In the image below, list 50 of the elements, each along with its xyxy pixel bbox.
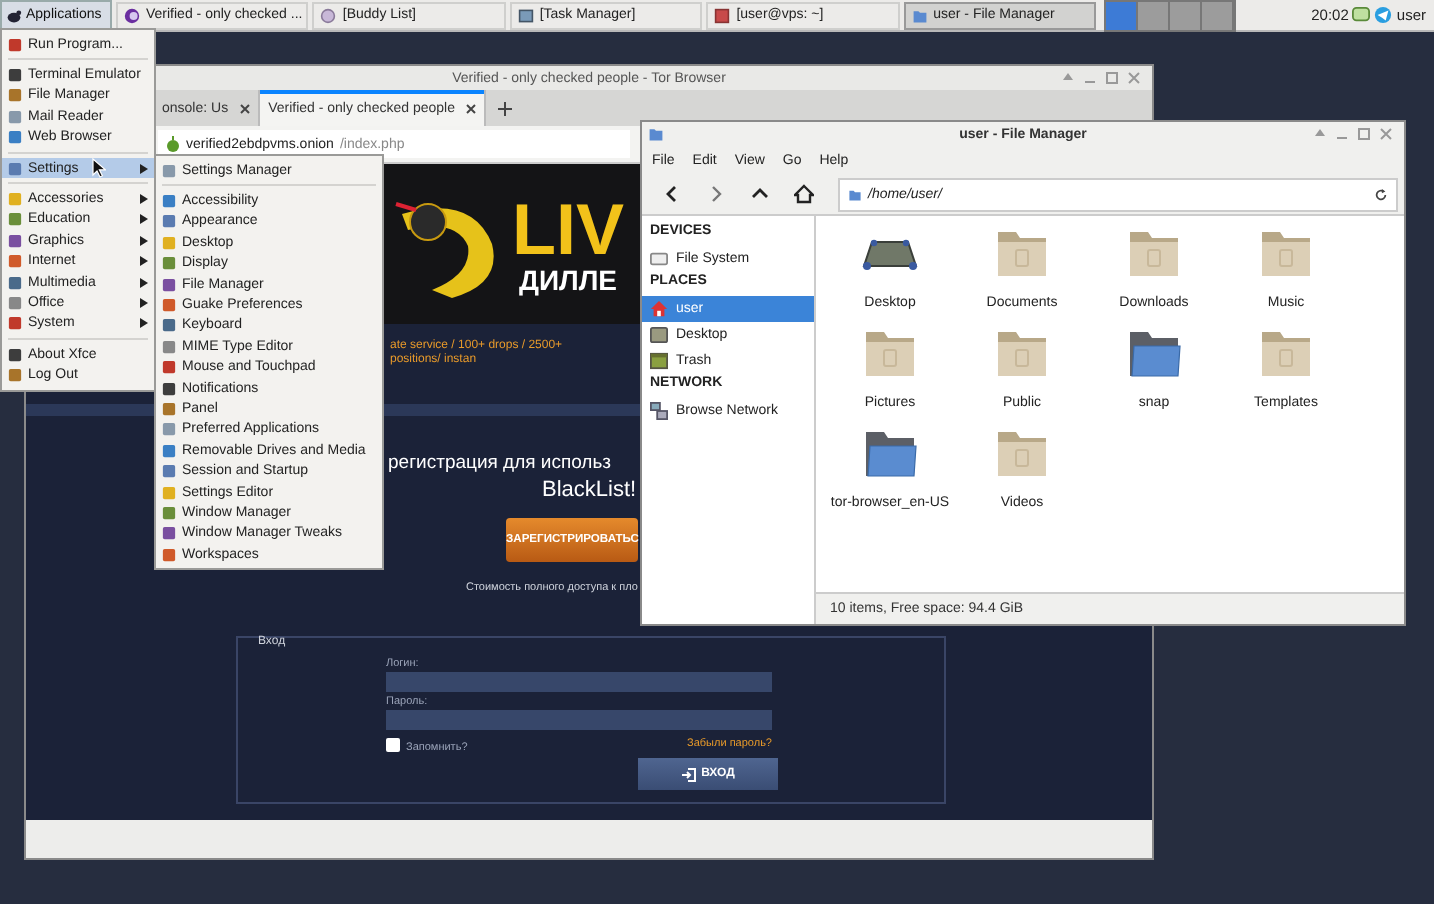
maximize-icon[interactable] — [1106, 72, 1118, 84]
home-icon — [650, 300, 668, 318]
forward-icon[interactable] — [706, 184, 726, 204]
signup-heading: BlackList! — [542, 478, 637, 502]
reload-icon[interactable] — [1374, 187, 1388, 201]
browser-icon — [124, 7, 140, 23]
folder-icon — [992, 328, 1052, 380]
maximize-icon[interactable] — [1358, 128, 1370, 140]
folder-icon — [848, 187, 862, 201]
app-icon — [8, 37, 22, 52]
paper-plane-icon[interactable] — [1374, 6, 1393, 24]
new-tab-icon[interactable] — [498, 101, 513, 115]
back-icon[interactable] — [662, 184, 682, 204]
onion-icon — [166, 136, 180, 152]
drive-icon — [650, 250, 668, 268]
workspace[interactable] — [1202, 1, 1234, 29]
home-icon[interactable] — [794, 184, 814, 204]
folder-icon — [1124, 328, 1184, 380]
username-field[interactable] — [386, 672, 772, 692]
close-icon[interactable] — [466, 103, 477, 113]
chat-icon — [320, 7, 337, 23]
close-icon[interactable] — [240, 103, 251, 113]
folder-icon — [860, 428, 920, 480]
folder-icon — [911, 7, 928, 23]
workspace[interactable] — [1170, 1, 1202, 29]
app-icon — [8, 161, 22, 176]
folder-icon — [992, 228, 1052, 280]
checkbox[interactable] — [386, 738, 400, 752]
banner-subline: ДИЛЛЕ — [518, 266, 618, 294]
app-icon — [162, 163, 176, 178]
chat-status-icon[interactable] — [1352, 6, 1371, 24]
sign-in-icon — [681, 767, 696, 781]
signup-heading: регистрация для использ — [388, 452, 614, 474]
shade-icon[interactable] — [1314, 128, 1326, 140]
folder-icon — [1256, 228, 1316, 280]
folder-icon — [1124, 228, 1184, 280]
shade-icon[interactable] — [1062, 72, 1074, 84]
monitor-icon — [517, 7, 534, 23]
trash-icon — [650, 352, 668, 370]
folder-icon — [860, 328, 920, 380]
banner-headline: LIV — [512, 194, 625, 266]
network-icon — [650, 402, 668, 420]
folder-icon — [992, 428, 1052, 480]
mouse-icon — [6, 7, 22, 23]
workspace[interactable] — [1138, 1, 1170, 29]
folder-icon — [1256, 328, 1316, 380]
desktop-icon — [650, 326, 668, 344]
password-field[interactable] — [386, 710, 772, 730]
terminal-icon — [714, 7, 731, 23]
mouse-cursor-icon — [92, 158, 106, 178]
